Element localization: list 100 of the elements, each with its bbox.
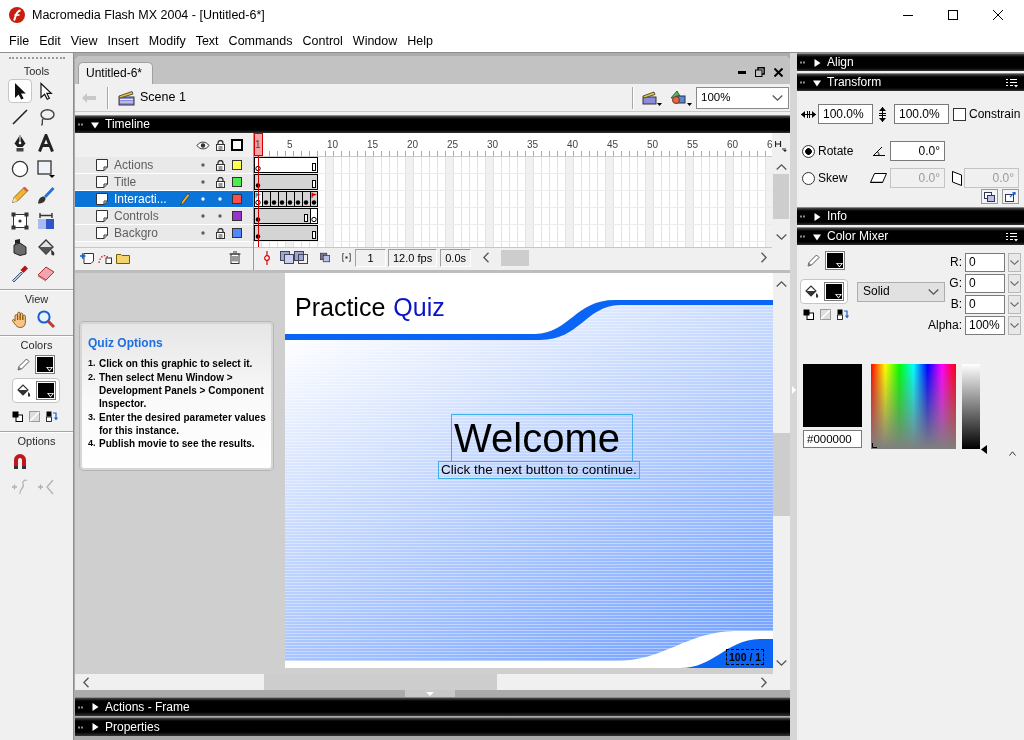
scroll-down-icon[interactable]	[776, 660, 787, 666]
frame-rate-field[interactable]: 12.0 fps	[388, 248, 438, 267]
document-restore-icon[interactable]	[755, 67, 765, 77]
dot-icon[interactable]	[201, 214, 205, 218]
color-spectrum[interactable]	[871, 364, 956, 449]
minimize-icon[interactable]	[903, 14, 913, 16]
line-icon[interactable]	[11, 108, 29, 126]
scroll-left-icon[interactable]	[83, 676, 89, 688]
panel-header[interactable]: Info	[797, 207, 1024, 225]
lock-icon[interactable]	[215, 176, 225, 188]
document-minimize-icon[interactable]	[738, 70, 746, 74]
menu-item[interactable]: Commands	[223, 33, 298, 49]
constrain-checkbox[interactable]	[953, 107, 966, 121]
copy-transform-button[interactable]	[981, 189, 998, 204]
reset-transform-button[interactable]	[1002, 189, 1019, 204]
channel-value-field[interactable]: 0	[965, 253, 1005, 272]
outline-square-icon[interactable]	[231, 139, 243, 151]
gradient-box-icon[interactable]	[37, 212, 55, 230]
transform-handles-icon[interactable]	[11, 212, 29, 230]
menu-item[interactable]: File	[4, 33, 35, 49]
menu-item[interactable]: Modify	[143, 33, 191, 49]
value-dropdown-button[interactable]	[1008, 274, 1021, 293]
maximize-icon[interactable]	[948, 10, 958, 20]
dot-icon[interactable]	[218, 197, 222, 201]
layer-color-swatch[interactable]	[232, 211, 242, 221]
scroll-thumb[interactable]	[773, 174, 789, 219]
eraser-icon[interactable]	[37, 264, 55, 282]
page-plus-icon[interactable]	[80, 251, 94, 264]
layer-color-swatch[interactable]	[232, 194, 242, 204]
playhead-handle[interactable]	[254, 133, 263, 247]
dot-icon[interactable]	[201, 231, 205, 235]
panel-header[interactable]: Color Mixer	[797, 227, 1024, 245]
menu-item[interactable]: Control	[297, 33, 348, 49]
scale-height-field[interactable]: 100.0%	[894, 104, 949, 124]
current-frame-field[interactable]: 1	[355, 248, 386, 267]
line-circle-marker-icon[interactable]	[262, 250, 272, 265]
scroll-right-icon[interactable]	[761, 252, 768, 263]
value-dropdown-button[interactable]	[1008, 253, 1021, 272]
swap-arrow-icon[interactable]	[837, 309, 849, 320]
fill-type-select[interactable]: Solid	[857, 281, 945, 302]
trash-icon[interactable]	[229, 251, 241, 264]
close-icon[interactable]	[993, 10, 1003, 20]
panel-header[interactable]: Timeline	[75, 115, 790, 133]
layer-color-swatch[interactable]	[232, 177, 242, 187]
fill-color-selector[interactable]	[800, 279, 848, 304]
layer-row[interactable]: Backgro	[75, 225, 253, 242]
clapperboard-dropdown-icon[interactable]	[642, 89, 662, 106]
panel-header[interactable]: Actions - Frame	[75, 697, 790, 716]
menu-item[interactable]: View	[65, 33, 103, 49]
radio-label[interactable]: Skew	[818, 170, 870, 186]
shapes-dropdown-icon[interactable]	[670, 89, 692, 106]
stroke-color-swatch[interactable]	[35, 355, 55, 374]
layer-row[interactable]: Controls	[75, 208, 253, 225]
scroll-up-icon[interactable]	[776, 281, 787, 287]
menu-item[interactable]: Help	[402, 33, 438, 49]
scroll-thumb[interactable]	[264, 674, 497, 690]
scale-width-field[interactable]: 100.0%	[818, 104, 873, 124]
layer-row[interactable]: Actions	[75, 157, 253, 174]
circle-icon[interactable]	[11, 160, 29, 178]
scroll-left-icon[interactable]	[483, 252, 490, 263]
fill-color-selector[interactable]	[12, 378, 60, 403]
eye-icon[interactable]	[196, 140, 210, 150]
menu-item[interactable]: Insert	[102, 33, 144, 49]
options-menu-icon[interactable]	[1006, 231, 1018, 242]
hand-icon[interactable]	[11, 310, 29, 328]
menu-item[interactable]: Edit	[34, 33, 66, 49]
hex-color-field[interactable]: #000000	[803, 430, 862, 448]
scroll-thumb[interactable]	[501, 249, 530, 266]
rotate-angle-field[interactable]: 0.0°	[890, 141, 945, 161]
pencil-icon[interactable]	[11, 186, 29, 204]
zoom-combo[interactable]: 100%	[696, 86, 789, 109]
dot-icon[interactable]	[218, 214, 222, 218]
scroll-right-icon[interactable]	[761, 676, 767, 688]
dot-icon[interactable]	[201, 197, 205, 201]
menu-item[interactable]: Text	[190, 33, 224, 49]
crossed-square-icon[interactable]	[820, 309, 831, 320]
document-close-icon[interactable]	[774, 67, 783, 77]
splitter-handle[interactable]	[405, 690, 455, 697]
two-squares-icon[interactable]	[803, 309, 814, 320]
swap-arrow-icon[interactable]	[46, 411, 58, 422]
scroll-down-icon[interactable]	[775, 234, 787, 240]
scene-name[interactable]: Scene 1	[140, 90, 186, 105]
elapsed-time-field[interactable]: 0.0s	[440, 248, 472, 267]
panel-header[interactable]: Align	[797, 53, 1024, 71]
stroke-color-swatch[interactable]	[825, 251, 845, 270]
checkbox-label[interactable]: Constrain	[969, 106, 1021, 122]
eyedropper-icon[interactable]	[11, 264, 29, 282]
panel-header[interactable]: Properties	[75, 717, 790, 736]
document-tab[interactable]: Untitled-6*	[78, 62, 154, 84]
rotate-radio[interactable]	[802, 144, 815, 158]
magnet-icon[interactable]	[11, 452, 29, 470]
layer-row[interactable]: Title	[75, 174, 253, 191]
panel-header[interactable]: Transform	[797, 73, 1024, 91]
fill-color-swatch[interactable]	[36, 381, 56, 400]
lock-icon[interactable]	[215, 227, 225, 239]
outlined-squares-icon[interactable]	[294, 251, 308, 264]
text-tool-icon[interactable]	[37, 134, 55, 152]
folder-icon[interactable]	[116, 251, 130, 264]
lasso-icon[interactable]	[37, 108, 55, 126]
lock-icon[interactable]	[215, 159, 225, 171]
